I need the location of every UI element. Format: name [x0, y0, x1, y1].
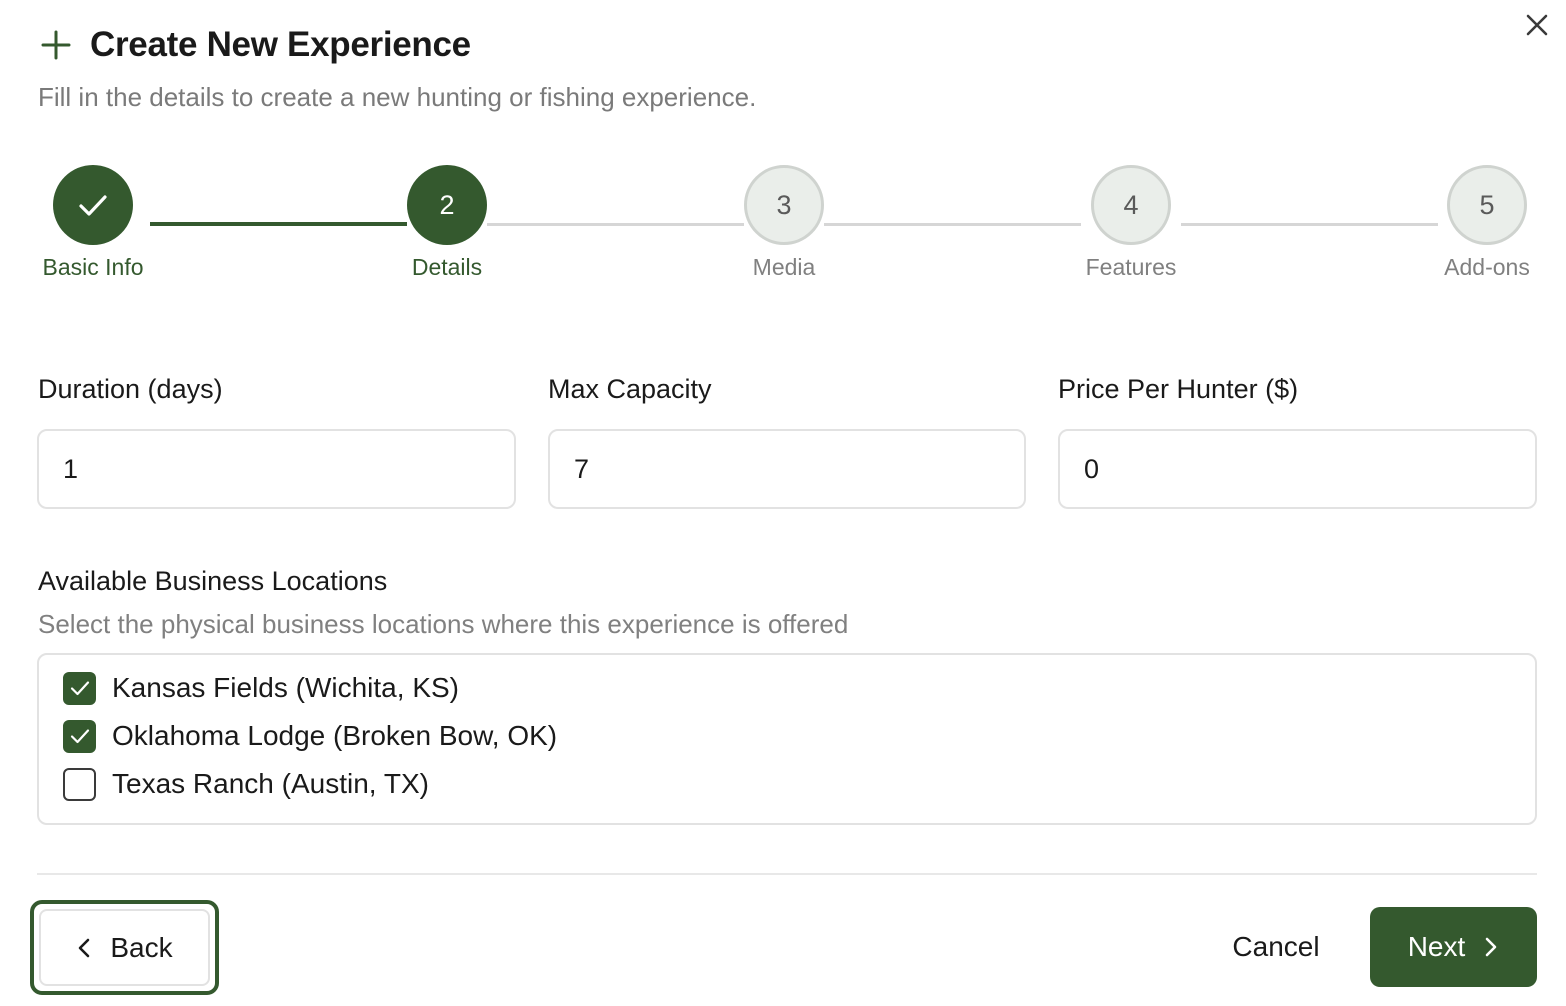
location-item-oklahoma-lodge[interactable]: Oklahoma Lodge (Broken Bow, OK) [63, 718, 557, 754]
back-button[interactable]: Back [30, 900, 219, 995]
price-label: Price Per Hunter ($) [1058, 374, 1299, 404]
price-input[interactable] [1058, 429, 1537, 509]
close-icon [1526, 14, 1548, 36]
next-button[interactable]: Next [1370, 907, 1537, 987]
step-number: 5 [1479, 189, 1495, 220]
location-label: Texas Ranch (Austin, TX) [112, 768, 429, 799]
chevron-right-icon [1485, 937, 1497, 957]
step-connector-2-3 [487, 223, 744, 226]
step-number: 4 [1123, 189, 1139, 220]
close-button[interactable] [1524, 12, 1550, 38]
location-checkbox[interactable] [63, 767, 96, 801]
location-label: Oklahoma Lodge (Broken Bow, OK) [112, 720, 558, 751]
step-details[interactable]: 2 [407, 165, 487, 245]
locations-help-text: Select the physical business locations w… [38, 609, 849, 639]
step-media[interactable]: 3 [744, 165, 824, 245]
duration-input[interactable] [37, 429, 516, 509]
step-label-features: Features [1085, 254, 1177, 280]
step-basic-info[interactable] [53, 165, 133, 245]
create-experience-dialog: Create New Experience Fill in the detail… [0, 0, 1566, 1006]
step-connector-4-5 [1181, 223, 1438, 226]
location-item-texas-ranch[interactable]: Texas Ranch (Austin, TX) [63, 766, 429, 802]
checkmark-icon [70, 681, 89, 696]
checkmark-icon [70, 729, 89, 744]
step-connector-1-2 [150, 222, 407, 226]
back-button-label: Back [110, 931, 173, 963]
step-number: 2 [439, 189, 455, 220]
footer-divider [37, 873, 1537, 875]
step-label-details: Details [411, 254, 483, 280]
location-checkbox[interactable] [63, 719, 96, 753]
cancel-button[interactable]: Cancel [1208, 908, 1344, 986]
step-add-ons[interactable]: 5 [1447, 165, 1527, 245]
locations-label: Available Business Locations [38, 566, 388, 596]
location-label: Kansas Fields (Wichita, KS) [112, 672, 459, 703]
duration-label: Duration (days) [38, 374, 223, 404]
location-item-kansas-fields[interactable]: Kansas Fields (Wichita, KS) [63, 670, 459, 706]
dialog-title: Create New Experience [90, 25, 471, 64]
step-label-media: Media [752, 254, 816, 280]
cancel-button-label: Cancel [1232, 931, 1320, 962]
capacity-input[interactable] [548, 429, 1026, 509]
capacity-label: Max Capacity [548, 374, 712, 404]
step-label-basic-info: Basic Info [42, 254, 144, 280]
checkmark-icon [79, 195, 107, 216]
dialog-subtitle: Fill in the details to create a new hunt… [38, 82, 757, 112]
step-label-add-ons: Add-ons [1444, 254, 1530, 280]
back-button-inner: Back [39, 909, 210, 986]
next-button-label: Next [1407, 931, 1466, 962]
step-number: 3 [776, 189, 792, 220]
dialog-header: Create New Experience [40, 24, 471, 66]
step-features[interactable]: 4 [1091, 165, 1171, 245]
locations-list: Kansas Fields (Wichita, KS) Oklahoma Lod… [37, 653, 1537, 825]
plus-icon [41, 30, 71, 60]
chevron-left-icon [79, 938, 90, 957]
step-connector-3-4 [824, 223, 1081, 226]
location-checkbox[interactable] [63, 671, 96, 705]
